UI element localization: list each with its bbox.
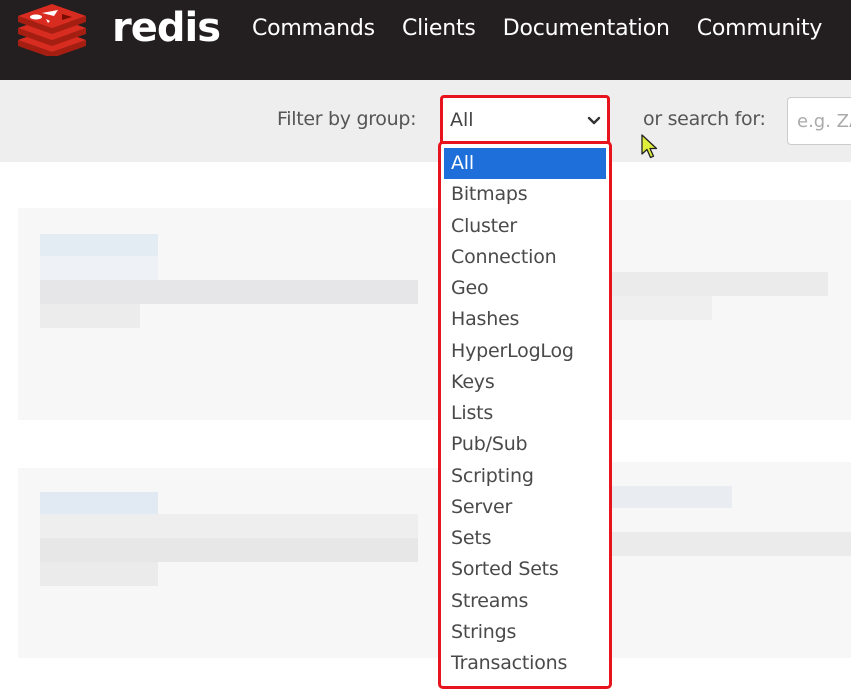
blurred-text [612,296,712,320]
nav-community[interactable]: Community [697,14,823,44]
redis-logo[interactable]: redis [14,4,221,56]
group-option-lists[interactable]: Lists [444,398,606,429]
filter-label: Filter by group: [277,108,417,130]
blurred-text [40,562,158,586]
group-option-keys[interactable]: Keys [444,367,606,398]
group-option-sorted-sets[interactable]: Sorted Sets [444,554,606,585]
group-option-pubsub[interactable]: Pub/Sub [444,429,606,460]
search-input[interactable] [787,97,851,145]
group-option-streams[interactable]: Streams [444,586,606,617]
mouse-cursor-icon [641,134,658,159]
blurred-title [40,492,158,514]
group-option-cluster[interactable]: Cluster [444,211,606,242]
command-card [18,208,438,420]
group-option-strings[interactable]: Strings [444,617,606,648]
blurred-text [612,532,851,556]
blurred-text [40,256,158,280]
group-select[interactable]: All [440,95,610,147]
command-card [612,462,851,658]
group-option-server[interactable]: Server [444,492,606,523]
nav-commands[interactable]: Commands [252,14,375,44]
group-option-bitmaps[interactable]: Bitmaps [444,179,606,210]
blurred-title [612,486,732,508]
group-option-scripting[interactable]: Scripting [444,461,606,492]
blurred-text [40,514,418,538]
group-option-geo[interactable]: Geo [444,273,606,304]
blurred-text [40,304,140,328]
nav-documentation[interactable]: Documentation [503,14,670,44]
blurred-title [40,234,158,256]
group-option-all[interactable]: All [444,148,606,180]
nav-clients[interactable]: Clients [402,14,476,44]
group-option-hashes[interactable]: Hashes [444,304,606,335]
group-select-value: All [450,109,474,131]
blurred-text [612,272,828,296]
brand-name: redis [112,5,221,51]
group-option-transactions[interactable]: Transactions [444,648,606,679]
command-card [612,200,851,420]
blurred-text [40,538,418,562]
group-option-connection[interactable]: Connection [444,242,606,273]
command-card [18,468,438,658]
group-option-sets[interactable]: Sets [444,523,606,554]
chevron-down-icon [587,116,601,125]
blurred-text [40,280,418,304]
group-option-hyperloglog[interactable]: HyperLogLog [444,336,606,367]
top-navbar: redis Commands Clients Documentation Com… [0,0,851,80]
redis-logo-icon [18,4,86,56]
search-label: or search for: [643,108,766,130]
filter-bar: Filter by group: All or search for: [0,80,851,162]
main-nav: Commands Clients Documentation Community [252,14,849,44]
group-dropdown-list: All Bitmaps Cluster Connection Geo Hashe… [438,141,612,689]
